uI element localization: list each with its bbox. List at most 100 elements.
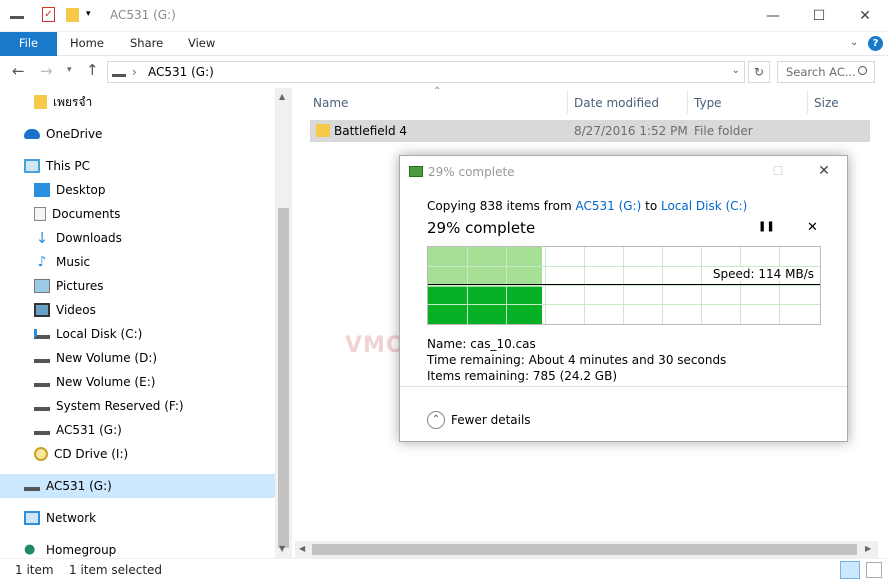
nav-label: AC531 (G:)	[56, 423, 122, 437]
help-icon[interactable]: ?	[868, 36, 883, 51]
item-count: 1 item	[15, 563, 54, 577]
nav-item-ac531-g[interactable]: AC531 (G:)	[0, 418, 275, 442]
large-icons-view-icon[interactable]	[866, 562, 882, 578]
nav-item-this-pc[interactable]: This PC	[0, 154, 275, 178]
scroll-left-icon[interactable]: ◀	[299, 544, 305, 553]
recent-locations-icon[interactable]: ▾	[67, 65, 72, 75]
dialog-close-button[interactable]: ✕	[801, 156, 847, 186]
destination-link[interactable]: Local Disk (C:)	[661, 199, 747, 213]
dialog-title: 29% complete	[428, 165, 515, 179]
close-button[interactable]: ✕	[842, 0, 888, 32]
items-label: Items remaining:	[427, 369, 530, 383]
cd-icon	[34, 447, 48, 461]
drive-icon	[34, 425, 50, 435]
address-dropdown-icon[interactable]: ⌄	[732, 65, 740, 76]
drive-icon	[24, 481, 40, 491]
fewer-details-button[interactable]: Fewer details	[451, 413, 531, 427]
tab-file[interactable]: File	[0, 32, 57, 56]
homegroup-icon: ●	[24, 542, 36, 557]
nav-label: Desktop	[56, 183, 106, 197]
nav-item-videos[interactable]: Videos	[0, 298, 275, 322]
breadcrumb-separator-icon[interactable]: ›	[132, 65, 137, 79]
horizontal-scroll-thumb[interactable]	[312, 544, 857, 555]
address-path[interactable]: AC531 (G:)	[148, 65, 214, 79]
nav-item-cd-drive-i[interactable]: CD Drive (I:)	[0, 442, 275, 466]
nav-item-homegroup[interactable]: ● Homegroup	[0, 538, 275, 558]
desktop-icon	[34, 183, 50, 197]
nav-item-new-volume-d[interactable]: New Volume (D:)	[0, 346, 275, 370]
nav-label: Documents	[52, 207, 121, 221]
nav-label: New Volume (E:)	[56, 375, 156, 389]
folder-icon	[34, 95, 47, 109]
nav-label: System Reserved (F:)	[56, 399, 184, 413]
nav-item-downloads[interactable]: ↓ Downloads	[0, 226, 275, 250]
nav-item-network[interactable]: Network	[0, 506, 275, 530]
column-size[interactable]: Size	[814, 96, 839, 110]
tab-view[interactable]: View	[188, 32, 215, 56]
nav-item-onedrive[interactable]: OneDrive	[0, 122, 275, 146]
music-icon: ♪	[37, 254, 47, 270]
sort-ascending-icon: ⌃	[433, 86, 442, 97]
nav-item-ac531-g-selected[interactable]: AC531 (G:)	[0, 474, 275, 498]
nav-item-music[interactable]: ♪ Music	[0, 250, 275, 274]
column-divider[interactable]	[687, 90, 688, 114]
ribbon: File Home Share View ⌄ ?	[0, 32, 888, 56]
up-icon[interactable]: ↑	[86, 61, 99, 79]
nav-scroll-thumb[interactable]	[278, 208, 289, 548]
column-divider[interactable]	[567, 90, 568, 114]
copy-icon	[409, 166, 423, 177]
name-label: Name:	[427, 337, 467, 351]
nav-label: OneDrive	[46, 127, 103, 141]
tab-share[interactable]: Share	[130, 32, 163, 56]
file-row[interactable]: Battlefield 4 8/27/2016 1:52 PM File fol…	[310, 120, 870, 142]
speed-label: Speed: 114 MB/s	[712, 267, 814, 281]
copy-progress-dialog: 29% complete ☐ ✕ Copying 838 items from …	[399, 155, 848, 442]
nav-item-new-volume-e[interactable]: New Volume (E:)	[0, 370, 275, 394]
column-divider[interactable]	[807, 90, 808, 114]
details-view-icon[interactable]	[840, 561, 860, 579]
network-icon	[24, 511, 40, 525]
items-remaining-row: Items remaining: 785 (24.2 GB)	[427, 369, 617, 383]
nav-item-documents[interactable]: Documents	[0, 202, 275, 226]
column-name[interactable]: Name	[313, 96, 348, 110]
videos-icon	[34, 303, 50, 317]
expand-ribbon-icon[interactable]: ⌄	[850, 37, 858, 48]
drive-icon	[112, 69, 126, 77]
nav-item-pictures[interactable]: Pictures	[0, 274, 275, 298]
nav-label: New Volume (D:)	[56, 351, 158, 365]
search-icon	[858, 66, 867, 75]
navigation-pane: เพยรจำ OneDrive This PC Desktop Document…	[0, 88, 275, 558]
address-bar[interactable]: › AC531 (G:) ⌄	[107, 61, 745, 83]
time-label: Time remaining:	[427, 353, 525, 367]
nav-scrollbar[interactable]: ▲ ▼	[275, 88, 292, 558]
stop-button[interactable]: ✕	[807, 220, 818, 235]
nav-label: CD Drive (I:)	[54, 447, 129, 461]
horizontal-scrollbar[interactable]: ◀ ▶	[295, 541, 878, 558]
customize-toolbar-icon[interactable]: ▾	[86, 9, 91, 19]
scroll-down-icon[interactable]: ▼	[279, 544, 285, 553]
scroll-right-icon[interactable]: ▶	[865, 544, 871, 553]
items-value: 785 (24.2 GB)	[532, 369, 618, 383]
source-link[interactable]: AC531 (G:)	[575, 199, 641, 213]
maximize-button[interactable]: ☐	[796, 0, 842, 32]
nav-item-system-reserved-f[interactable]: System Reserved (F:)	[0, 394, 275, 418]
window-title: AC531 (G:)	[110, 8, 176, 22]
forward-icon[interactable]: →	[40, 62, 53, 80]
nav-item-desktop[interactable]: Desktop	[0, 178, 275, 202]
nav-item-pinned-folder[interactable]: เพยรจำ	[0, 90, 275, 114]
documents-icon	[34, 207, 46, 221]
copy-to: to	[645, 199, 658, 213]
title-bar: ✓ ▾ AC531 (G:) — ☐ ✕	[0, 0, 888, 32]
refresh-icon[interactable]: ↻	[748, 61, 770, 83]
chevron-up-icon[interactable]: ⌃	[427, 411, 445, 429]
scroll-up-icon[interactable]: ▲	[279, 92, 285, 101]
properties-icon[interactable]: ✓	[42, 7, 55, 22]
back-icon[interactable]: ←	[12, 62, 25, 80]
column-date-modified[interactable]: Date modified	[574, 96, 659, 110]
pause-button[interactable]: ❚❚	[758, 221, 775, 232]
column-type[interactable]: Type	[694, 96, 722, 110]
nav-item-local-disk-c[interactable]: Local Disk (C:)	[0, 322, 275, 346]
tab-home[interactable]: Home	[70, 32, 104, 56]
new-folder-icon[interactable]	[66, 8, 79, 22]
minimize-button[interactable]: —	[750, 0, 796, 32]
